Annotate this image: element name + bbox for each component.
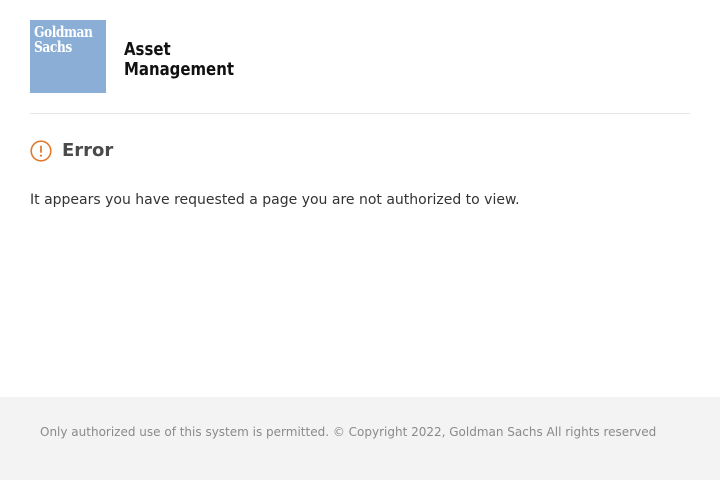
page: Goldman Sachs Asset Management Error It … [0, 0, 720, 480]
error-title: Error [62, 140, 114, 161]
division-line-1: Asset [124, 39, 171, 60]
goldman-sachs-logo[interactable]: Goldman Sachs [30, 20, 106, 93]
header: Goldman Sachs Asset Management [30, 20, 690, 114]
footer: Only authorized use of this system is pe… [0, 397, 720, 480]
error-message: It appears you have requested a page you… [30, 192, 520, 208]
logo-line-2: Sachs [34, 38, 72, 56]
error-heading: Error [30, 139, 113, 163]
exclamation-circle-icon [30, 140, 52, 162]
division-name: Asset Management [124, 40, 257, 80]
division-line-2: Management [124, 59, 234, 80]
footer-copyright: Only authorized use of this system is pe… [40, 425, 657, 439]
